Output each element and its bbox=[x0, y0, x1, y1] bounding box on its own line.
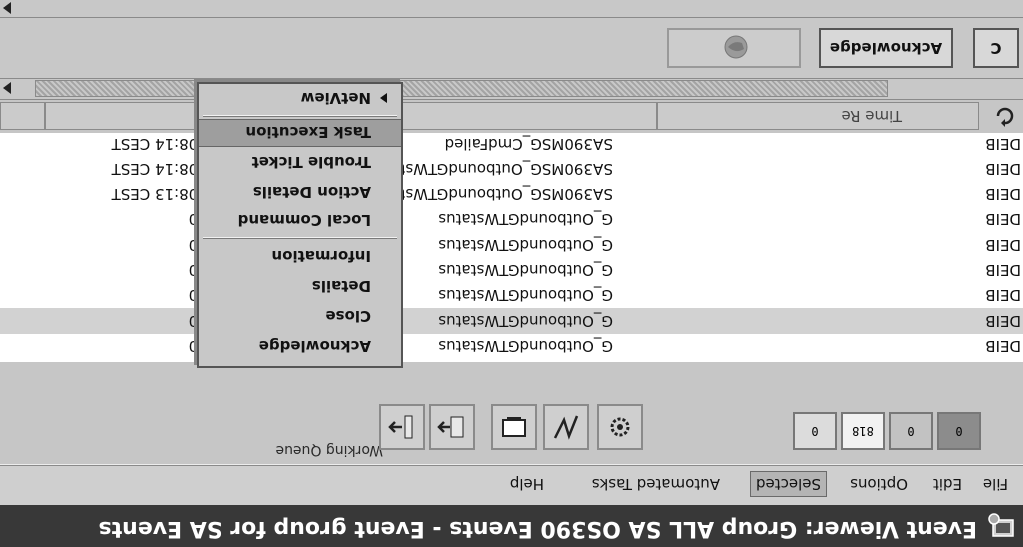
counter-box[interactable]: 0 bbox=[793, 412, 837, 450]
cell-more: DEIB bbox=[985, 185, 1021, 204]
disabled-button bbox=[667, 28, 801, 68]
scroll-left-icon[interactable] bbox=[3, 82, 11, 94]
refresh-icon[interactable] bbox=[993, 104, 1017, 128]
cell-more: DEIB bbox=[985, 286, 1021, 305]
scrollbar-thumb[interactable] bbox=[35, 80, 888, 97]
table-horizontal-scrollbar[interactable] bbox=[0, 78, 1023, 100]
title-bar: Event Viewer: Group ALL SA OS390 Events … bbox=[0, 505, 1023, 547]
cell-class: G_OutboundGTWstatus bbox=[438, 261, 613, 280]
action-button-panel: C Acknowledge bbox=[0, 18, 1023, 78]
cell-more: DEIB bbox=[985, 337, 1021, 355]
queue-export-icon bbox=[437, 416, 464, 438]
menu-item-information[interactable]: Information bbox=[199, 242, 401, 270]
menu-item-details[interactable]: Details bbox=[199, 272, 401, 300]
table-row[interactable]: DEIBSA390MSG_OutboundGTWstatus20. Juli 2… bbox=[0, 181, 1023, 207]
menu-item-task-execution[interactable]: Task Execution bbox=[199, 119, 401, 147]
chart-view-button[interactable] bbox=[543, 404, 589, 450]
cell-class: G_OutboundGTWstatus bbox=[438, 210, 613, 229]
table-row[interactable]: DEIBG_OutboundGTWstatus20. Juli 2005 10:… bbox=[0, 333, 1023, 359]
table-row[interactable]: DEIBG_OutboundGTWstatus20. Juli 2005 10:… bbox=[0, 307, 1023, 334]
menu-bar: File Edit Options Selected Automated Tas… bbox=[0, 465, 1023, 505]
menu-help[interactable]: Help bbox=[505, 471, 549, 497]
cell-more: DEIB bbox=[985, 235, 1021, 254]
queue-export-button[interactable] bbox=[429, 404, 475, 450]
selected-popup-menu: Acknowledge Close Details Information Lo… bbox=[197, 82, 403, 368]
menu-separator bbox=[203, 237, 397, 239]
menu-item-local-command[interactable]: Local Command bbox=[199, 206, 401, 234]
gear-icon bbox=[610, 417, 630, 437]
cell-class: SA390MSG_OutboundGTWstatus bbox=[367, 185, 613, 204]
cell-more: DEIB bbox=[985, 210, 1021, 229]
queue-import-button[interactable] bbox=[379, 404, 425, 450]
cell-class: G_OutboundGTWstatus bbox=[438, 286, 613, 305]
table-row[interactable]: DEIBSA390MSG_CmdFailed20. Juli 2005 10:0… bbox=[0, 131, 1023, 157]
working-queue-panel: Working Queue 0 818 0 0 bbox=[0, 362, 1023, 465]
table-header: Time Re Class bbox=[0, 98, 1023, 133]
next-button[interactable]: C bbox=[973, 28, 1019, 68]
table-row[interactable]: DEIBG_OutboundGTWstatus20. Juli 2005 10:… bbox=[0, 257, 1023, 283]
cell-class: G_OutboundGTWstatus bbox=[438, 235, 613, 254]
counter-box[interactable]: 0 bbox=[889, 412, 933, 450]
column-header-more[interactable] bbox=[0, 102, 45, 130]
menu-edit[interactable]: Edit bbox=[928, 471, 967, 497]
menu-item-acknowledge[interactable]: Acknowledge bbox=[199, 332, 401, 360]
table-row[interactable]: DEIBG_OutboundGTWstatus20. Juli 2005 10:… bbox=[0, 207, 1023, 233]
counter-box[interactable]: 0 bbox=[937, 412, 981, 450]
menu-item-trouble-ticket[interactable]: Trouble Ticket bbox=[199, 148, 401, 176]
menu-selected[interactable]: Selected bbox=[749, 471, 827, 497]
cell-more: DEIB bbox=[985, 134, 1021, 153]
table-row[interactable]: DEIBG_OutboundGTWstatus20. Juli 2005 10:… bbox=[0, 282, 1023, 308]
menu-options[interactable]: Options bbox=[845, 471, 913, 497]
event-table: DEIBG_OutboundGTWstatus20. Juli 2005 10:… bbox=[0, 98, 1023, 362]
cell-class: SA390MSG_CmdFailed bbox=[444, 134, 613, 153]
panel-horizontal-scrollbar[interactable] bbox=[0, 0, 1023, 18]
menu-item-netview-label: NetView bbox=[300, 89, 371, 107]
menu-separator bbox=[203, 115, 397, 117]
cell-class: G_OutboundGTWstatus bbox=[438, 311, 613, 330]
counter-box[interactable]: 818 bbox=[841, 412, 885, 450]
globe-icon bbox=[724, 35, 748, 59]
settings-button[interactable] bbox=[597, 404, 643, 450]
console-view-button[interactable] bbox=[491, 404, 537, 450]
submenu-arrow-icon bbox=[380, 93, 387, 103]
menu-item-netview[interactable]: NetView bbox=[199, 84, 401, 112]
menu-item-close[interactable]: Close bbox=[199, 302, 401, 330]
menu-item-action-details[interactable]: Action Details bbox=[199, 178, 401, 206]
console-icon bbox=[502, 417, 526, 437]
cell-more: DEIB bbox=[985, 311, 1021, 330]
cell-more: DEIB bbox=[985, 159, 1021, 178]
cell-more: DEIB bbox=[985, 261, 1021, 280]
queue-import-icon bbox=[388, 415, 413, 439]
column-header-time[interactable]: Time Re bbox=[657, 102, 979, 130]
cell-class: SA390MSG_OutboundGTWstatus bbox=[367, 159, 613, 178]
table-row[interactable]: DEIBSA390MSG_OutboundGTWstatus20. Juli 2… bbox=[0, 156, 1023, 182]
menu-automated-tasks[interactable]: Automated Tasks bbox=[587, 471, 725, 497]
event-viewer-icon bbox=[988, 513, 1014, 537]
cell-class: G_OutboundGTWstatus bbox=[438, 337, 613, 355]
scroll-left-icon[interactable] bbox=[3, 2, 11, 14]
line-chart-icon bbox=[553, 415, 579, 440]
table-row[interactable]: DEIBG_OutboundGTWstatus20. Juli 2005 10:… bbox=[0, 232, 1023, 258]
menu-file[interactable]: File bbox=[978, 471, 1013, 497]
acknowledge-button[interactable]: Acknowledge bbox=[819, 28, 953, 68]
working-queue-label: Working Queue bbox=[275, 442, 383, 458]
window-title: Event Viewer: Group ALL SA OS390 Events … bbox=[98, 516, 977, 541]
event-viewer-window: Event Viewer: Group ALL SA OS390 Events … bbox=[0, 0, 1023, 547]
